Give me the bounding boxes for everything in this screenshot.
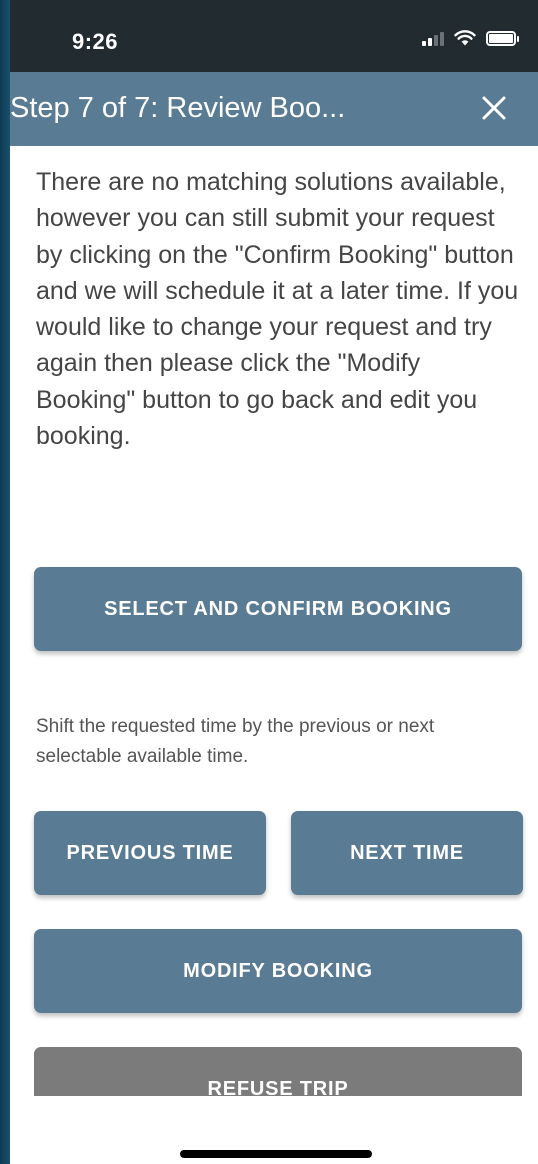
status-icons [422, 30, 519, 46]
battery-icon [486, 30, 519, 46]
cellular-signal-icon [422, 30, 444, 46]
no-solutions-message: There are no matching solutions availabl… [36, 168, 519, 451]
previous-time-button[interactable]: PREVIOUS TIME [34, 811, 266, 895]
modify-booking-button[interactable]: MODIFY BOOKING [34, 929, 522, 1013]
status-time: 9:26 [72, 29, 119, 54]
close-button[interactable] [476, 90, 512, 126]
app-screen: 9:26 Step 7 of 7: Review Boo... There ar… [10, 0, 538, 1164]
shift-time-hint: Shift the requested time by the previous… [36, 716, 435, 767]
select-and-confirm-booking-button[interactable]: SELECT AND CONFIRM BOOKING [34, 567, 522, 651]
wifi-icon [454, 30, 476, 46]
home-indicator[interactable] [180, 1150, 372, 1158]
page-title: Step 7 of 7: Review Boo... [10, 92, 346, 124]
close-icon [482, 96, 506, 120]
status-bar: 9:26 [10, 0, 538, 72]
page-header: Step 7 of 7: Review Boo... [10, 72, 538, 146]
next-time-button[interactable]: NEXT TIME [291, 811, 523, 895]
